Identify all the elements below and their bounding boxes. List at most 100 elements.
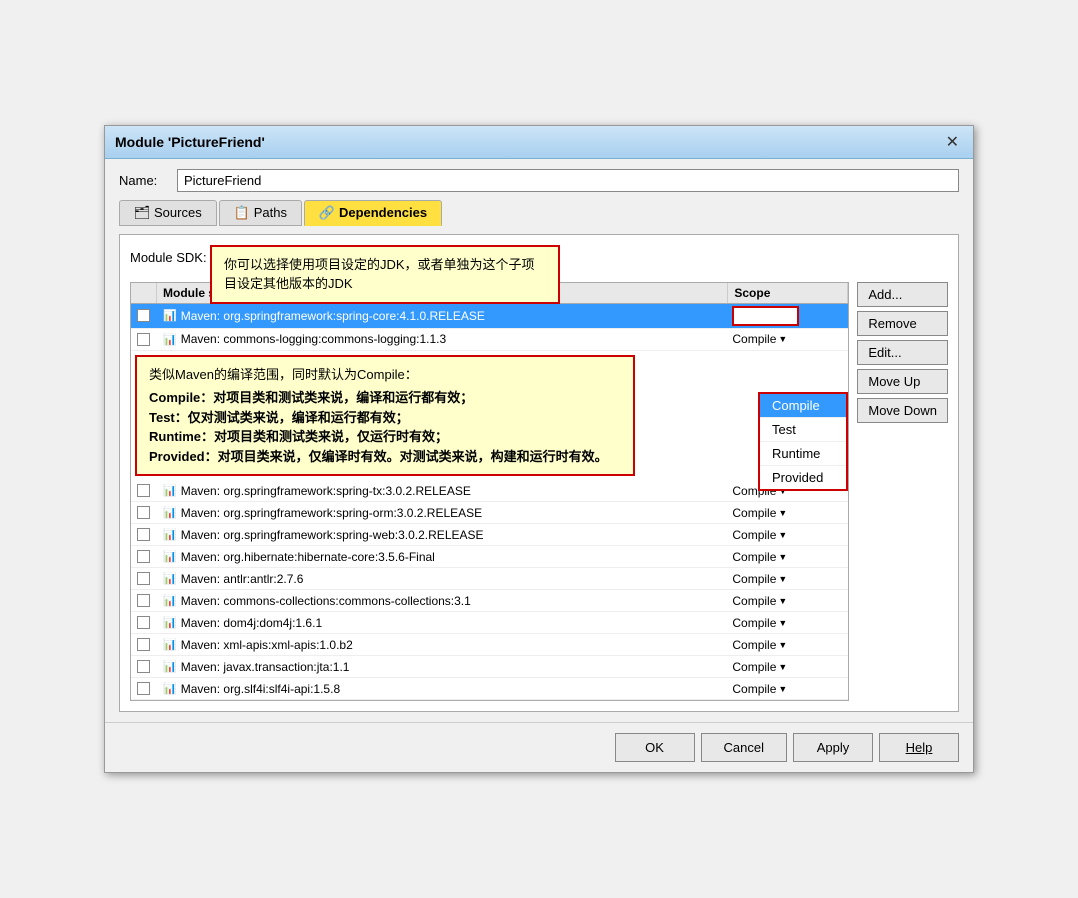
- scope-arrow-icon: ▼: [778, 640, 787, 650]
- scope-dropdown-row[interactable]: Compile ▼: [732, 306, 799, 326]
- name-input[interactable]: [177, 169, 959, 192]
- row-name: 📊Maven: javax.transaction:jta:1.1: [157, 658, 728, 676]
- paths-tab-icon: 📋: [234, 205, 250, 221]
- dep-name: Maven: org.springframework:spring-orm:3.…: [181, 506, 482, 520]
- table-row[interactable]: 📊 Maven: org.springframework:spring-core…: [131, 304, 848, 329]
- scope-tooltip: 类似Maven的编译范围，同时默认为Compile： Compile：对项目类和…: [135, 355, 635, 477]
- checkbox-icon[interactable]: [137, 528, 150, 541]
- checkbox-icon[interactable]: [137, 638, 150, 651]
- edit-button[interactable]: Edit...: [857, 340, 948, 365]
- row-checkbox[interactable]: [131, 548, 157, 565]
- scope-option-compile[interactable]: Compile: [760, 394, 846, 418]
- scope-arrow-icon: ▼: [778, 334, 787, 344]
- dep-icon: 📊: [163, 484, 177, 497]
- dialog-body: Name: 🗂 Sources 📋 Paths 🔗 Dependencies M…: [105, 159, 973, 723]
- table-row[interactable]: 📊Maven: dom4j:dom4j:1.6.1 Compile▼: [131, 612, 848, 634]
- scope-arrow-icon: ▼: [778, 596, 787, 606]
- row-checkbox[interactable]: [131, 504, 157, 521]
- table-row[interactable]: 📊Maven: org.springframework:spring-orm:3…: [131, 502, 848, 524]
- help-label: Help: [906, 740, 933, 755]
- tab-sources[interactable]: 🗂 Sources: [119, 200, 217, 226]
- row-checkbox[interactable]: [131, 482, 157, 499]
- scope-arrow-icon: ▼: [778, 574, 787, 584]
- scope-tooltip-provided: Provided：对项目类来说，仅编译时有效。对测试类来说，构建和运行时有效。: [149, 447, 621, 467]
- dep-name: Maven: org.hibernate:hibernate-core:3.5.…: [181, 550, 435, 564]
- scope-option-provided[interactable]: Provided: [760, 466, 846, 489]
- checkbox-icon[interactable]: [137, 506, 150, 519]
- close-button[interactable]: ✕: [942, 132, 963, 152]
- scope-cell: Compile▼: [728, 504, 848, 522]
- table-row[interactable]: 📊Maven: javax.transaction:jta:1.1 Compil…: [131, 656, 848, 678]
- help-button[interactable]: Help: [879, 733, 959, 762]
- dep-name: Maven: org.springframework:spring-tx:3.0…: [181, 484, 471, 498]
- checkbox-icon[interactable]: [137, 594, 150, 607]
- checkbox-icon[interactable]: [137, 572, 150, 585]
- dep-icon: 📊: [163, 572, 177, 585]
- dep-name: Maven: org.slf4i:slf4i-api:1.5.8: [181, 682, 340, 696]
- cancel-button[interactable]: Cancel: [701, 733, 787, 762]
- dep-icon: 📊: [163, 528, 177, 541]
- title-bar: Module 'PictureFriend' ✕: [105, 126, 973, 159]
- dep-icon: 📊: [163, 333, 177, 346]
- row-checkbox[interactable]: [131, 331, 157, 348]
- checkbox-icon[interactable]: [137, 333, 150, 346]
- move-down-button[interactable]: Move Down: [857, 398, 948, 423]
- scope-option-runtime[interactable]: Runtime: [760, 442, 846, 466]
- table-row[interactable]: 📊Maven: org.springframework:spring-web:3…: [131, 524, 848, 546]
- dep-icon: 📊: [163, 638, 177, 651]
- scope-arrow-icon: ▼: [784, 311, 793, 321]
- table-row[interactable]: 📊 Maven: org.hibernate:hibernate-core:3.5…: [131, 546, 848, 568]
- row-name: 📊 Maven: org.springframework:spring-tx:3.…: [157, 482, 728, 500]
- add-button[interactable]: Add...: [857, 282, 948, 307]
- dep-icon: 📊: [163, 550, 177, 563]
- row-checkbox[interactable]: [131, 680, 157, 697]
- row-name: 📊Maven: org.springframework:spring-web:3…: [157, 526, 728, 544]
- tab-paths[interactable]: 📋 Paths: [219, 200, 302, 226]
- dep-icon: 📊: [163, 616, 177, 629]
- apply-button[interactable]: Apply: [793, 733, 873, 762]
- scope-dropdown-menu: Compile Test Runtime Provided: [758, 392, 848, 491]
- dep-name: Maven: org.springframework:spring-core:4…: [181, 309, 485, 323]
- table-row[interactable]: 📊 Maven: org.springframework:spring-tx:3.…: [131, 480, 848, 502]
- scope-arrow-icon: ▼: [778, 552, 787, 562]
- row-checkbox[interactable]: [131, 614, 157, 631]
- row-checkbox[interactable]: [131, 570, 157, 587]
- checkbox-icon[interactable]: [137, 484, 150, 497]
- dep-name: Maven: commons-collections:commons-colle…: [181, 594, 471, 608]
- checkbox-icon[interactable]: [137, 660, 150, 673]
- row-checkbox[interactable]: [131, 636, 157, 653]
- row-checkbox[interactable]: [131, 658, 157, 675]
- scope-value: Compile: [732, 332, 776, 346]
- footer: OK Cancel Apply Help: [105, 722, 973, 772]
- move-up-button[interactable]: Move Up: [857, 369, 948, 394]
- checkbox-icon[interactable]: [137, 550, 150, 563]
- scope-cell: Compile▼: [728, 570, 848, 588]
- table-row[interactable]: 📊Maven: org.slf4i:slf4i-api:1.5.8 Compil…: [131, 678, 848, 700]
- row-checkbox[interactable]: [131, 526, 157, 543]
- tab-dependencies[interactable]: 🔗 Dependencies: [304, 200, 442, 226]
- table-row[interactable]: 📊Maven: antlr:antlr:2.7.6 Compile▼: [131, 568, 848, 590]
- table-row[interactable]: 📊Maven: commons-collections:commons-coll…: [131, 590, 848, 612]
- remove-button[interactable]: Remove: [857, 311, 948, 336]
- dep-name: Maven: dom4j:dom4j:1.6.1: [181, 616, 322, 630]
- row-name: 📊Maven: commons-collections:commons-coll…: [157, 592, 728, 610]
- ok-button[interactable]: OK: [615, 733, 695, 762]
- row-name: 📊Maven: org.springframework:spring-orm:3…: [157, 504, 728, 522]
- table-row[interactable]: 📊Maven: xml-apis:xml-apis:1.0.b2 Compile…: [131, 634, 848, 656]
- table-row[interactable]: 📊 Maven: commons-logging:commons-logging…: [131, 329, 848, 351]
- scope-tooltip-compile: Compile：对项目类和测试类来说，编译和运行都有效；: [149, 388, 621, 408]
- dep-icon: 📊: [163, 660, 177, 673]
- tabs-row: 🗂 Sources 📋 Paths 🔗 Dependencies: [119, 200, 959, 226]
- checkbox-icon[interactable]: [137, 616, 150, 629]
- dep-name: Maven: xml-apis:xml-apis:1.0.b2: [181, 638, 353, 652]
- scope-option-test[interactable]: Test: [760, 418, 846, 442]
- row-checkbox[interactable]: [131, 592, 157, 609]
- dep-icon: 📊: [163, 682, 177, 695]
- module-settings-dialog: Module 'PictureFriend' ✕ Name: 🗂 Sources…: [104, 125, 974, 774]
- header-checkbox: [131, 283, 157, 303]
- content-area: Module SDK: 🖥 Project SDK (1.6) ▼ New Ed…: [119, 234, 959, 713]
- checkbox-icon[interactable]: [137, 309, 150, 322]
- checkbox-icon[interactable]: [137, 682, 150, 695]
- row-checkbox[interactable]: [131, 307, 157, 324]
- name-label: Name:: [119, 173, 169, 188]
